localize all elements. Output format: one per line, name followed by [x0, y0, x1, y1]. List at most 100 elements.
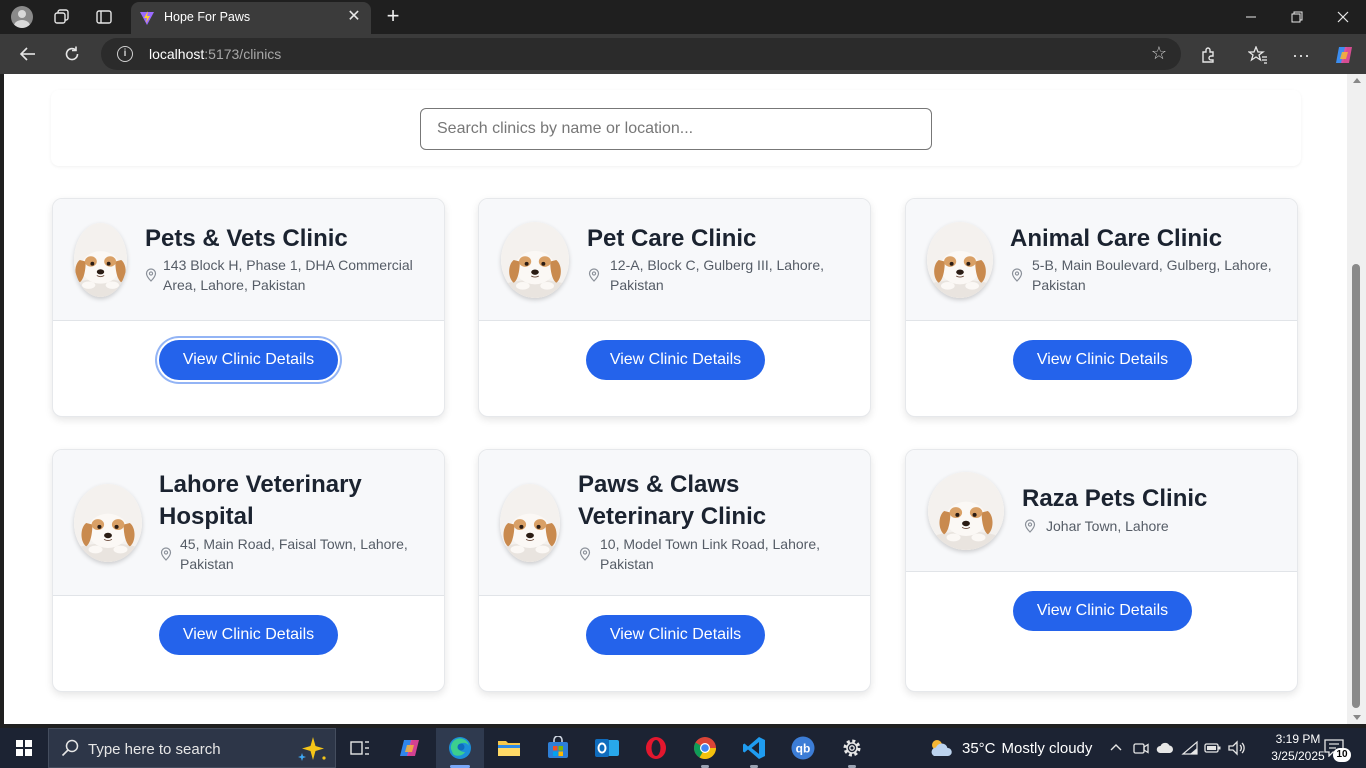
scrollbar-thumb[interactable]	[1352, 264, 1360, 708]
taskbar-clock[interactable]: 3:19 PM 3/25/2025	[1270, 731, 1326, 765]
clinic-card: Pets & Vets Clinic 143 Block H, Phase 1,…	[52, 198, 445, 417]
puppy-image	[74, 484, 142, 562]
microsoft-store-icon[interactable]	[534, 728, 582, 768]
close-tab-icon[interactable]: ✕	[345, 8, 363, 26]
puppy-image	[927, 222, 993, 298]
taskbar-search-box[interactable]: Type here to search	[48, 728, 336, 768]
back-icon[interactable]	[15, 41, 41, 67]
view-clinic-details-button[interactable]: View Clinic Details	[586, 615, 765, 655]
view-clinic-details-button[interactable]: View Clinic Details	[1013, 591, 1192, 631]
clinic-name: Raza Pets Clinic	[1022, 485, 1208, 512]
start-button[interactable]	[0, 728, 48, 768]
new-tab-icon[interactable]: +	[381, 4, 405, 28]
taskbar-search-placeholder: Type here to search	[88, 741, 221, 758]
puppy-image	[500, 484, 560, 562]
clinic-avatar	[928, 472, 1004, 550]
clinic-address: 45, Main Road, Faisal Town, Lahore, Paki…	[180, 536, 408, 572]
address-bar[interactable]: i localhost:5173/clinics ☆	[101, 38, 1181, 70]
site-info-icon[interactable]: i	[117, 46, 133, 62]
tab-title: Hope For Paws	[164, 10, 251, 24]
search-highlight-icon	[298, 737, 326, 761]
clinic-address: 143 Block H, Phase 1, DHA Commercial Are…	[163, 257, 413, 293]
edge-app-icon[interactable]	[436, 728, 484, 768]
search-icon	[61, 739, 79, 757]
view-clinic-details-button[interactable]: View Clinic Details	[159, 340, 338, 380]
location-pin-icon	[160, 547, 172, 561]
copilot-app-icon[interactable]	[386, 728, 434, 768]
location-pin-icon	[579, 547, 591, 561]
clinic-address: 12-A, Block C, Gulberg III, Lahore, Paki…	[610, 257, 824, 293]
location-pin-icon	[1011, 268, 1023, 282]
vite-favicon-icon	[140, 11, 154, 25]
chrome-icon[interactable]	[681, 728, 729, 768]
clinic-card: Pet Care Clinic 12-A, Block C, Gulberg I…	[478, 198, 871, 417]
favorite-star-icon[interactable]: ☆	[1151, 43, 1167, 64]
clock-time: 3:19 PM	[1275, 732, 1321, 746]
view-clinic-details-button[interactable]: View Clinic Details	[586, 340, 765, 380]
clinic-name: Paws & Claws Veterinary Clinic	[578, 471, 767, 530]
clinic-name: Pet Care Clinic	[587, 225, 757, 252]
scroll-up-arrow-icon[interactable]	[1353, 78, 1361, 83]
partly-cloudy-icon	[931, 740, 952, 756]
profile-icon[interactable]	[10, 5, 34, 29]
clinic-card: Lahore Veterinary Hospital 45, Main Road…	[52, 449, 445, 692]
puppy-image	[74, 223, 127, 297]
windows-taskbar: Type here to search qb 35°C Mostly cloud…	[0, 728, 1366, 768]
clinic-name: Lahore Veterinary Hospital	[159, 471, 362, 530]
notification-count-badge: 10	[1333, 748, 1351, 762]
active-tab[interactable]: Hope For Paws ✕	[131, 2, 371, 34]
view-clinic-details-button[interactable]: View Clinic Details	[1013, 340, 1192, 380]
page-scrollbar[interactable]	[1347, 74, 1366, 724]
clinic-card: Raza Pets Clinic Johar Town, Lahore View…	[905, 449, 1298, 692]
close-window-icon[interactable]	[1320, 0, 1366, 34]
show-hidden-icons-chevron-icon[interactable]	[1109, 740, 1123, 757]
volume-icon[interactable]	[1228, 740, 1246, 759]
weather-widget[interactable]: 35°C Mostly cloudy	[928, 728, 1092, 768]
clinic-address: 10, Model Town Link Road, Lahore, Pakist…	[600, 536, 820, 572]
vertical-tabs-icon[interactable]	[92, 5, 116, 29]
clinic-address: Johar Town, Lahore	[1046, 518, 1169, 534]
wifi-icon[interactable]	[1181, 740, 1199, 759]
onedrive-icon[interactable]	[1156, 741, 1174, 758]
browser-tab-bar: Hope For Paws ✕ +	[0, 0, 1366, 34]
copilot-icon[interactable]	[1331, 42, 1357, 68]
clinic-avatar	[927, 222, 993, 298]
clinic-address: 5-B, Main Boulevard, Gulberg, Lahore, Pa…	[1032, 257, 1272, 293]
vscode-icon[interactable]	[730, 728, 778, 768]
clinic-search-input[interactable]	[420, 108, 932, 150]
clinic-avatar	[74, 484, 142, 562]
workspaces-icon[interactable]	[50, 5, 74, 29]
clinic-name: Animal Care Clinic	[1010, 225, 1223, 252]
clock-date: 3/25/2025	[1271, 749, 1325, 763]
minimize-icon[interactable]	[1228, 0, 1274, 34]
outlook-icon[interactable]	[583, 728, 631, 768]
puppy-image	[928, 472, 1004, 550]
browser-toolbar: i localhost:5173/clinics ☆ ···	[0, 34, 1366, 74]
settings-gear-icon[interactable]	[828, 728, 876, 768]
clinic-avatar	[500, 484, 560, 562]
svg-text:qb: qb	[796, 742, 811, 756]
location-pin-icon	[588, 268, 600, 282]
opera-icon[interactable]	[632, 728, 680, 768]
more-menu-icon[interactable]: ···	[1288, 42, 1314, 68]
clinic-avatar	[74, 223, 127, 297]
windows-logo-icon	[16, 740, 32, 756]
meet-now-icon[interactable]	[1133, 740, 1149, 759]
url-text[interactable]: localhost:5173/clinics	[149, 46, 281, 62]
weather-condition: Mostly cloudy	[1001, 739, 1093, 757]
clinic-card: Paws & Claws Veterinary Clinic 10, Model…	[478, 449, 871, 692]
task-view-icon[interactable]	[336, 728, 384, 768]
clinic-card: Animal Care Clinic 5-B, Main Boulevard, …	[905, 198, 1298, 417]
restore-icon[interactable]	[1274, 0, 1320, 34]
clinic-avatar	[501, 222, 569, 298]
view-clinic-details-button[interactable]: View Clinic Details	[159, 615, 338, 655]
extensions-icon[interactable]	[1196, 42, 1222, 68]
page-viewport: Pets & Vets Clinic 143 Block H, Phase 1,…	[4, 74, 1347, 724]
refresh-icon[interactable]	[59, 41, 85, 67]
favorites-icon[interactable]	[1245, 42, 1271, 68]
qbittorrent-icon[interactable]: qb	[779, 728, 827, 768]
battery-icon[interactable]	[1204, 741, 1222, 758]
scroll-down-arrow-icon[interactable]	[1353, 715, 1361, 720]
file-explorer-icon[interactable]	[485, 728, 533, 768]
location-pin-icon	[145, 268, 157, 282]
